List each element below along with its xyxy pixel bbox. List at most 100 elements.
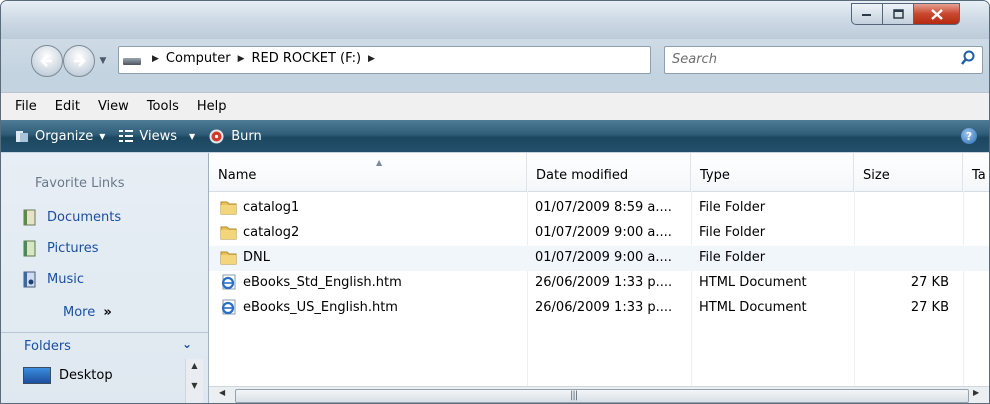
burn-label: Burn bbox=[231, 128, 262, 144]
sidebar-item-label: Documents bbox=[47, 210, 122, 225]
folder-icon bbox=[220, 251, 237, 265]
ie-document-icon bbox=[221, 299, 236, 315]
recent-pages-dropdown[interactable]: ▼ bbox=[98, 56, 108, 66]
file-size: 27 KB bbox=[910, 275, 949, 290]
folder-icon bbox=[220, 201, 237, 215]
column-header-tags[interactable]: Ta bbox=[963, 153, 989, 191]
chevron-right-icon[interactable]: ▶ bbox=[152, 54, 159, 64]
table-row-selected[interactable]: DNL 01/07/2009 9:00 a.... File Folder bbox=[209, 246, 989, 271]
tree-item-desktop[interactable]: Desktop bbox=[23, 367, 113, 384]
file-size: 27 KB bbox=[910, 300, 949, 315]
breadcrumb: ▶ Computer ▶ RED ROCKET (F:) ▶ bbox=[145, 51, 382, 66]
scroll-up-icon[interactable]: ▲ bbox=[186, 361, 203, 375]
scrollbar-thumb[interactable]: ||| bbox=[235, 389, 969, 403]
scroll-right-icon[interactable]: ▶ bbox=[973, 388, 979, 397]
close-button[interactable] bbox=[913, 3, 960, 25]
menu-help[interactable]: Help bbox=[197, 99, 227, 114]
organize-icon bbox=[16, 131, 28, 142]
maximize-icon bbox=[892, 9, 904, 19]
double-chevron-right-icon: » bbox=[103, 305, 112, 320]
close-icon bbox=[930, 8, 943, 20]
header-divider bbox=[209, 191, 989, 192]
file-date: 26/06/2009 1:33 p.... bbox=[535, 275, 673, 290]
search-placeholder: Search bbox=[672, 52, 717, 67]
help-icon[interactable]: ? bbox=[961, 128, 977, 144]
column-header-name[interactable]: Name ▲ bbox=[209, 153, 527, 191]
file-name: DNL bbox=[243, 250, 270, 265]
column-header-type[interactable]: Type bbox=[691, 153, 854, 191]
chevron-down-icon: ▼ bbox=[189, 131, 196, 141]
title-bar[interactable] bbox=[1, 1, 989, 39]
search-field[interactable]: Search bbox=[664, 46, 983, 74]
file-name: catalog1 bbox=[243, 200, 300, 215]
desktop-icon bbox=[23, 367, 51, 384]
back-button[interactable] bbox=[31, 45, 63, 77]
documents-icon bbox=[23, 209, 36, 226]
file-type: HTML Document bbox=[699, 300, 807, 315]
chevron-down-icon: ▼ bbox=[99, 131, 106, 141]
column-header-label: Name bbox=[218, 168, 257, 183]
folders-scrollbar[interactable]: ▲ ▼ bbox=[185, 359, 203, 403]
arrow-right-icon bbox=[74, 55, 86, 67]
burn-icon bbox=[209, 129, 224, 143]
file-name: eBooks_Std_English.htm bbox=[243, 275, 402, 290]
file-date: 01/07/2009 9:00 a.... bbox=[535, 225, 672, 240]
table-row[interactable]: eBooks_Std_English.htm 26/06/2009 1:33 p… bbox=[209, 271, 989, 296]
grip-icon: ||| bbox=[570, 390, 578, 401]
forward-button[interactable] bbox=[63, 45, 95, 77]
sidebar-item-pictures[interactable]: Pictures bbox=[23, 240, 98, 257]
music-icon bbox=[23, 271, 36, 288]
table-row[interactable]: catalog2 01/07/2009 9:00 a.... File Fold… bbox=[209, 221, 989, 246]
minimize-icon bbox=[862, 14, 871, 16]
menu-tools[interactable]: Tools bbox=[147, 99, 179, 114]
chevron-right-icon[interactable]: ▶ bbox=[368, 54, 375, 64]
menu-edit[interactable]: Edit bbox=[55, 99, 80, 114]
views-button[interactable]: Views ▼ bbox=[119, 129, 195, 144]
sidebar-item-music[interactable]: Music bbox=[23, 271, 84, 288]
file-date: 01/07/2009 8:59 a.... bbox=[535, 200, 672, 215]
horizontal-scrollbar[interactable]: ◀ ||| ▶ bbox=[209, 386, 989, 403]
arrow-left-icon bbox=[40, 55, 52, 67]
command-toolbar: Organize ▼ Views ▼ Burn ? bbox=[1, 120, 989, 152]
file-type: File Folder bbox=[699, 200, 766, 215]
organize-label: Organize bbox=[35, 128, 94, 144]
views-label: Views bbox=[139, 128, 178, 144]
folders-header[interactable]: Folders ⌄ bbox=[1, 332, 208, 360]
chevron-down-icon: ⌄ bbox=[181, 337, 192, 351]
more-links-button[interactable]: More » bbox=[63, 305, 112, 320]
navigation-pane: Favorite Links Documents Pictures Music … bbox=[1, 153, 209, 403]
file-type: File Folder bbox=[699, 225, 766, 240]
burn-button[interactable]: Burn bbox=[209, 129, 262, 144]
minimize-button[interactable] bbox=[851, 3, 883, 25]
search-icon[interactable] bbox=[960, 50, 976, 66]
sort-ascending-icon: ▲ bbox=[376, 158, 383, 167]
pictures-icon bbox=[23, 240, 36, 257]
column-header-size[interactable]: Size bbox=[854, 153, 963, 191]
explorer-window: ▼ ▶ Computer ▶ RED ROCKET (F:) ▶ ▼ Searc… bbox=[0, 0, 990, 404]
table-row[interactable]: catalog1 01/07/2009 8:59 a.... File Fold… bbox=[209, 196, 989, 221]
maximize-button[interactable] bbox=[882, 3, 914, 25]
file-type: HTML Document bbox=[699, 275, 807, 290]
column-header-label: Type bbox=[700, 168, 730, 183]
address-bar[interactable]: ▶ Computer ▶ RED ROCKET (F:) ▶ ▼ bbox=[118, 46, 756, 74]
file-date: 26/06/2009 1:33 p.... bbox=[535, 300, 673, 315]
sidebar-item-label: Music bbox=[47, 272, 84, 287]
menu-file[interactable]: File bbox=[15, 99, 37, 114]
column-header-date-modified[interactable]: Date modified bbox=[527, 153, 691, 191]
menu-view[interactable]: View bbox=[98, 99, 129, 114]
drive-icon bbox=[123, 58, 141, 65]
folder-icon bbox=[220, 226, 237, 240]
breadcrumb-computer[interactable]: Computer bbox=[166, 51, 231, 66]
tree-item-label: Desktop bbox=[59, 368, 113, 383]
sidebar-item-documents[interactable]: Documents bbox=[23, 209, 121, 226]
chevron-right-icon[interactable]: ▶ bbox=[238, 54, 245, 64]
scroll-down-icon[interactable]: ▼ bbox=[186, 381, 203, 395]
table-row[interactable]: eBooks_US_English.htm 26/06/2009 1:33 p.… bbox=[209, 296, 989, 321]
organize-button[interactable]: Organize ▼ bbox=[15, 129, 105, 144]
scroll-left-icon[interactable]: ◀ bbox=[219, 388, 225, 397]
sidebar-item-label: Pictures bbox=[47, 241, 99, 256]
column-header-label: Date modified bbox=[536, 168, 629, 183]
file-type: File Folder bbox=[699, 250, 766, 265]
breadcrumb-drive[interactable]: RED ROCKET (F:) bbox=[251, 51, 361, 66]
favorite-links-title: Favorite Links bbox=[35, 176, 125, 191]
